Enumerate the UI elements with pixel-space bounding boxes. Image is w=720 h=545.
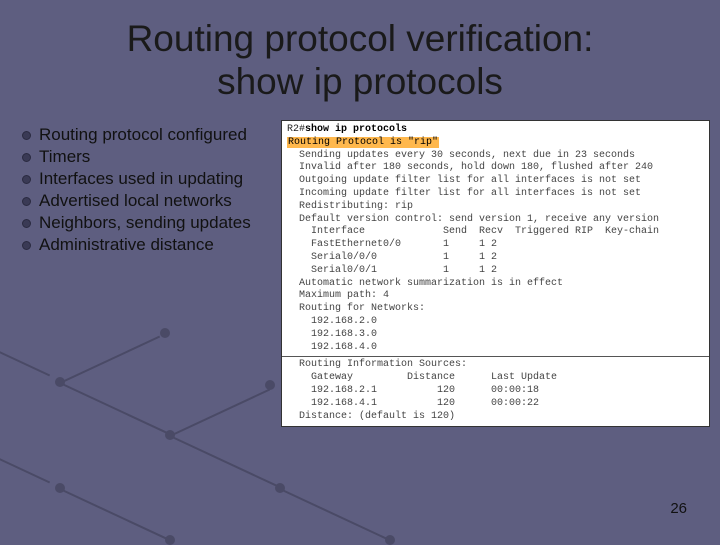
bullet-text: Advertised local networks [39,191,232,211]
terminal-highlight: Routing Protocol is "rip" [287,137,439,148]
title-line-1: Routing protocol verification: [127,18,594,59]
list-item: Administrative distance [22,235,282,255]
bullet-text: Timers [39,147,90,167]
terminal-text: R2#show ip protocols Routing Protocol is… [287,124,704,354]
terminal-divider [282,356,709,357]
bullet-text: Routing protocol configured [39,125,247,145]
list-item: Neighbors, sending updates [22,213,282,233]
list-item: Interfaces used in updating [22,169,282,189]
bullet-text: Neighbors, sending updates [39,213,251,233]
list-item: Advertised local networks [22,191,282,211]
bullet-text: Interfaces used in updating [39,169,243,189]
bullet-text: Administrative distance [39,235,214,255]
terminal-prompt: R2# [287,124,305,135]
bullet-list: Routing protocol configured Timers Inter… [22,125,282,257]
bullet-icon [22,197,31,206]
bullet-icon [22,153,31,162]
terminal-body-2: Routing Information Sources: Gateway Dis… [287,359,557,421]
terminal-text-2: Routing Information Sources: Gateway Dis… [287,359,704,423]
list-item: Routing protocol configured [22,125,282,145]
page-number: 26 [670,500,687,517]
bullet-icon [22,131,31,140]
bullet-icon [22,241,31,250]
bullet-icon [22,175,31,184]
slide-title: Routing protocol verification: show ip p… [0,18,720,103]
terminal-body-1: Sending updates every 30 seconds, next d… [287,150,659,353]
bullet-icon [22,219,31,228]
terminal-output: R2#show ip protocols Routing Protocol is… [281,120,710,427]
list-item: Timers [22,147,282,167]
title-line-2: show ip protocols [217,61,503,102]
terminal-command: show ip protocols [305,124,407,135]
